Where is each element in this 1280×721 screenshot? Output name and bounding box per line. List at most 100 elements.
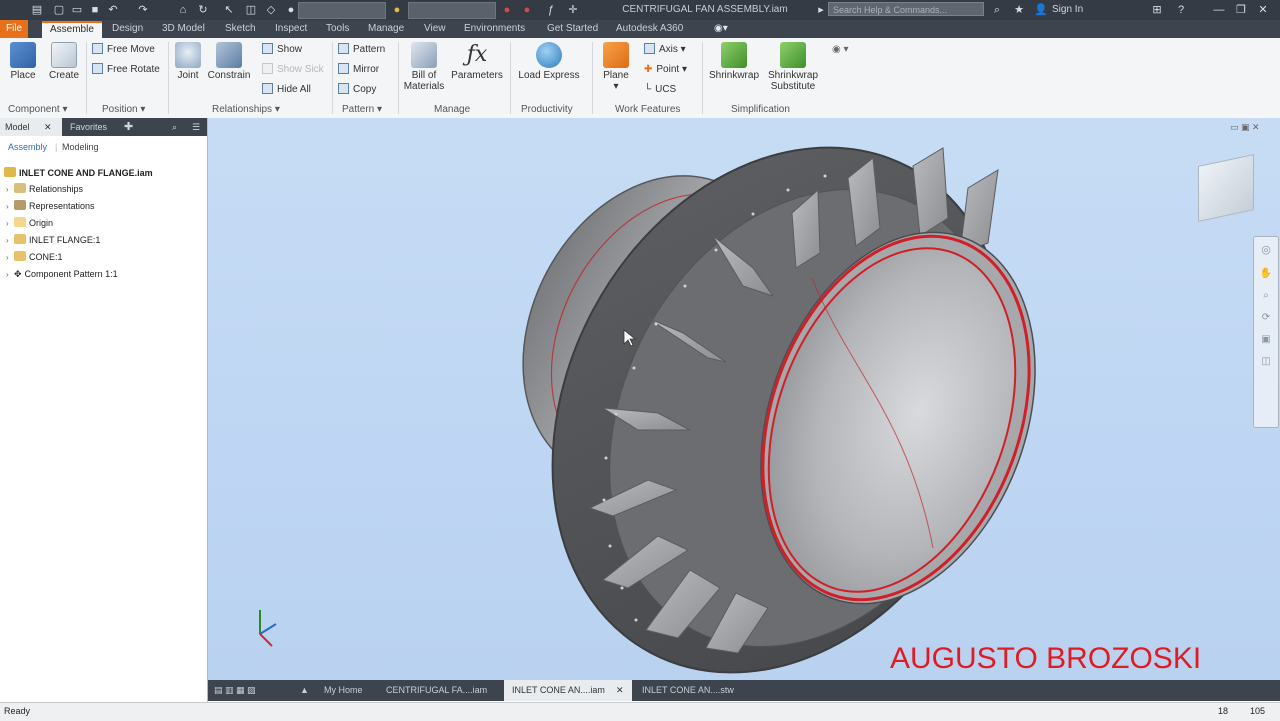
add-tab-icon[interactable]: ✚ <box>124 118 133 136</box>
search-input[interactable]: Search Help & Commands... <box>828 2 984 16</box>
doc-tab-centrifugal[interactable]: CENTRIFUGAL FA....iam <box>386 680 487 701</box>
tab-file[interactable]: File <box>0 20 29 38</box>
free-move-button[interactable]: Free Move <box>92 42 155 58</box>
browser-tab-favorites[interactable]: Favorites <box>70 118 107 136</box>
tree-item-representations[interactable]: › Representations <box>6 198 95 214</box>
show-button[interactable]: Show <box>262 42 302 58</box>
model-canvas[interactable] <box>208 118 1280 680</box>
create-button[interactable]: Create <box>48 42 80 81</box>
pattern-group-label[interactable]: Pattern ▾ <box>342 104 382 115</box>
parameters-button[interactable]: ƒx Parameters <box>450 42 504 81</box>
subtab-assembly[interactable]: Assembly <box>8 142 47 152</box>
browser-tab-model[interactable]: Model ✕ <box>0 118 62 136</box>
relationships-group-label[interactable]: Relationships ▾ <box>212 104 280 115</box>
help-icon[interactable]: ? <box>1174 3 1188 17</box>
minimize-icon[interactable]: — <box>1212 3 1226 17</box>
tab-extra-icon[interactable]: ◉▾ <box>714 20 728 38</box>
tab-get-started[interactable]: Get Started <box>547 20 598 38</box>
appearance-icon[interactable]: ◇ <box>264 3 278 17</box>
tree-item-inlet-flange[interactable]: › INLET FLANGE:1 <box>6 232 100 248</box>
navigation-bar[interactable]: ◎ ✋ ⌕ ⟳ ▣ ◫ <box>1253 236 1279 428</box>
cart-icon[interactable]: ⊞ <box>1150 3 1164 17</box>
look-at-icon[interactable]: ▣ <box>1254 329 1278 351</box>
search-icon[interactable]: ⌕ <box>172 118 177 136</box>
measure-icon[interactable]: ◫ <box>244 3 258 17</box>
save-icon[interactable]: ■ <box>88 3 102 17</box>
component-group-label[interactable]: Component ▾ <box>8 104 68 115</box>
plane-button[interactable]: Plane ▾ <box>600 42 632 92</box>
mirror-button[interactable]: Mirror <box>338 62 379 78</box>
axis-button[interactable]: Axis ▾ <box>644 42 686 58</box>
point-button[interactable]: ✚ Point ▾ <box>644 62 687 78</box>
home-icon[interactable]: ⌂ <box>176 3 190 17</box>
tab-environments[interactable]: Environments <box>464 20 525 38</box>
tab-sketch[interactable]: Sketch <box>225 20 256 38</box>
tab-manage[interactable]: Manage <box>368 20 404 38</box>
redo-icon[interactable]: ↷ <box>136 3 150 17</box>
material-combo[interactable] <box>298 2 386 19</box>
update-icon[interactable]: ↻ <box>196 3 210 17</box>
pattern-button[interactable]: Pattern <box>338 42 385 58</box>
tab-tools[interactable]: Tools <box>326 20 349 38</box>
subtab-modeling[interactable]: Modeling <box>62 142 99 152</box>
tree-root[interactable]: INLET CONE AND FLANGE.iam <box>4 165 153 181</box>
tab-layout-icons[interactable]: ▤ ▥ ▦ ▧ <box>214 680 294 701</box>
tree-item-relationships[interactable]: › Relationships <box>6 181 83 197</box>
pan-icon[interactable]: ✋ <box>1254 263 1278 285</box>
tab-inspect[interactable]: Inspect <box>275 20 307 38</box>
joint-button[interactable]: Joint <box>174 42 202 81</box>
binoculars-icon[interactable]: ⌕ <box>990 3 1004 17</box>
hide-all-button[interactable]: Hide All <box>262 82 311 98</box>
tab-view[interactable]: View <box>424 20 446 38</box>
tab-3d-model[interactable]: 3D Model <box>162 20 205 38</box>
adjust-icon[interactable]: ● <box>520 3 534 17</box>
tree-item-component-pattern[interactable]: › ✥ Component Pattern 1:1 <box>6 266 118 282</box>
position-group-label[interactable]: Position ▾ <box>102 104 145 115</box>
orbit-icon[interactable]: ⟳ <box>1254 307 1278 329</box>
app-menu-icon[interactable]: ▤ <box>30 3 44 17</box>
home-icon[interactable]: ▲ <box>300 680 309 701</box>
load-express-button[interactable]: Load Express <box>518 42 580 81</box>
bill-of-materials-button[interactable]: Bill of Materials <box>402 42 446 92</box>
ucs-button[interactable]: └ UCS <box>644 82 676 98</box>
select-icon[interactable]: ↖ <box>222 3 236 17</box>
ribbon-options-icon[interactable]: ◉ ▾ <box>832 42 849 58</box>
user-icon[interactable]: 👤 <box>1034 3 1048 17</box>
tab-design[interactable]: Design <box>112 20 143 38</box>
close-icon[interactable]: ✕ <box>44 118 52 136</box>
material-icon[interactable]: ● <box>284 3 298 17</box>
constrain-button[interactable]: Constrain <box>206 42 252 81</box>
tree-item-origin[interactable]: › Origin <box>6 215 53 231</box>
place-button[interactable]: Place <box>8 42 38 81</box>
doc-tab-my-home[interactable]: My Home <box>324 680 363 701</box>
full-nav-icon[interactable]: ◫ <box>1254 351 1278 373</box>
open-icon[interactable]: ▭ <box>70 3 84 17</box>
tab-assemble[interactable]: Assemble <box>42 21 102 38</box>
shrinkwrap-button[interactable]: Shrinkwrap <box>706 42 762 81</box>
viewport-window-controls[interactable]: ▭ ▣ ✕ <box>1230 122 1260 133</box>
appearance-ball-icon[interactable]: ● <box>390 3 404 17</box>
graphics-viewport[interactable]: ▭ ▣ ✕ ◎ ✋ ⌕ ⟳ ▣ ◫ AUGUSTO BROZOSKI <box>208 118 1280 680</box>
free-rotate-button[interactable]: Free Rotate <box>92 62 160 78</box>
doc-tab-inlet-cone-iam[interactable]: INLET CONE AN....iam ✕ <box>504 680 632 701</box>
show-sick-button[interactable]: Show Sick <box>262 62 324 78</box>
favorites-star-icon[interactable]: ★ <box>1012 3 1026 17</box>
clear-appearance-icon[interactable]: ● <box>500 3 514 17</box>
doc-tab-inlet-cone-stw[interactable]: INLET CONE AN....stw <box>642 680 734 701</box>
undo-icon[interactable]: ↶ <box>106 3 120 17</box>
copy-button[interactable]: Copy <box>338 82 376 98</box>
tab-autodesk-a360[interactable]: Autodesk A360 <box>616 20 683 38</box>
close-icon[interactable]: ✕ <box>1256 3 1270 17</box>
close-icon[interactable]: ✕ <box>616 680 624 701</box>
restore-icon[interactable]: ❐ <box>1234 3 1248 17</box>
view-cube[interactable] <box>1198 154 1254 222</box>
appearance-combo[interactable] <box>408 2 496 19</box>
shrinkwrap-substitute-button[interactable]: Shrinkwrap Substitute <box>764 42 822 92</box>
browser-menu-icon[interactable]: ☰ <box>192 118 200 136</box>
tree-item-cone[interactable]: › CONE:1 <box>6 249 63 265</box>
new-icon[interactable]: ▢ <box>52 3 66 17</box>
search-expand-icon[interactable]: ▸ <box>814 3 828 17</box>
sign-in-button[interactable]: Sign In <box>1052 4 1083 15</box>
zoom-icon[interactable]: ⌕ <box>1254 285 1278 307</box>
steering-wheel-icon[interactable]: ◎ <box>1254 237 1278 263</box>
